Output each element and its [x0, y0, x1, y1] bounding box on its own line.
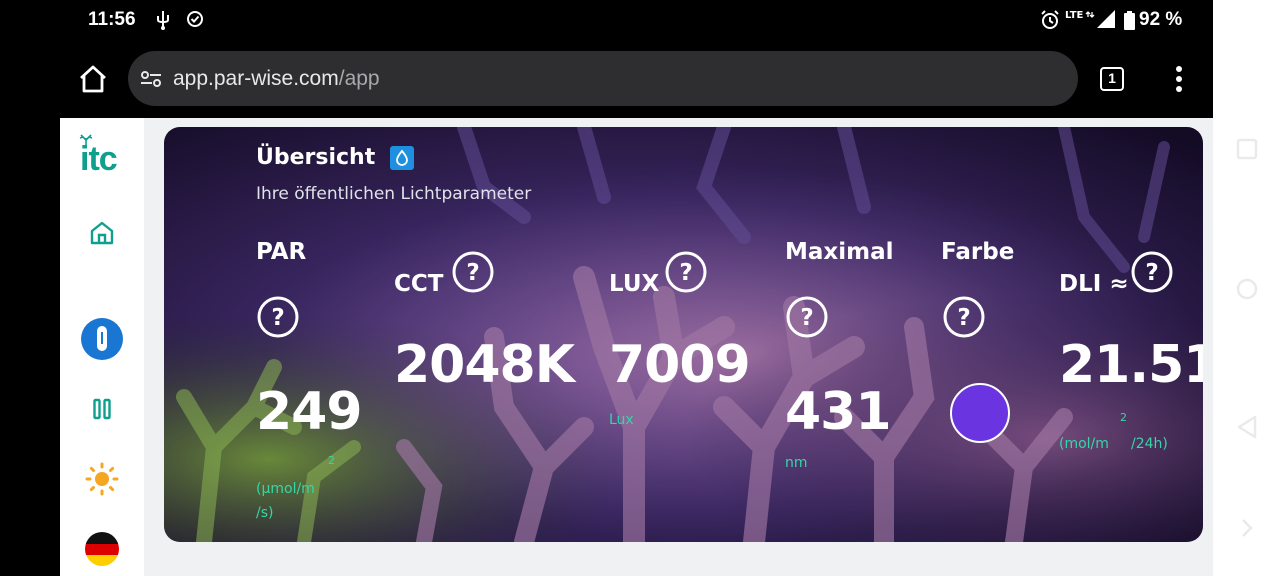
svg-text:?: ? — [466, 260, 479, 286]
dli-unit-sup: 2 — [1120, 411, 1127, 424]
circle-icon — [1236, 278, 1257, 300]
sensor-icon — [81, 318, 123, 360]
sidebar-item-compare[interactable] — [60, 398, 144, 420]
par-unit-line1: (µmol/m — [256, 481, 315, 497]
cct-label: CCT — [394, 271, 444, 297]
web-content: itc Übersicht Ihre öffentlichen Lichtpar… — [60, 118, 1213, 576]
dli-unit-a: (mol/m — [1059, 436, 1109, 452]
back-button[interactable] — [1213, 414, 1280, 440]
lte-signal-icon: LTE — [1064, 8, 1124, 35]
maximal-label: Maximal — [785, 239, 894, 265]
itc-logo[interactable]: itc — [60, 134, 144, 178]
recents-button[interactable] — [1213, 137, 1280, 161]
par-unit-sup: 2 — [328, 454, 335, 467]
german-flag-icon — [85, 532, 119, 566]
square-icon — [1236, 138, 1257, 160]
triangle-back-icon — [1237, 415, 1256, 439]
svg-text:?: ? — [271, 305, 284, 331]
sidebar-item-sensor[interactable] — [60, 317, 144, 361]
status-time: 11:56 — [88, 9, 136, 30]
status-bar: 11:56 LTE 92 % — [60, 0, 1213, 40]
maximal-unit: nm — [785, 455, 808, 471]
dli-help-icon[interactable]: ? — [1131, 251, 1173, 293]
dli-value: 21.51 — [1059, 335, 1203, 395]
more-vert-icon — [1176, 66, 1182, 92]
lux-help-icon[interactable]: ? — [665, 251, 707, 293]
svg-text:?: ? — [1145, 260, 1158, 286]
overview-subtitle: Ihre öffentlichen Lichtparameter — [256, 184, 532, 204]
lux-value: 7009 — [609, 335, 751, 395]
chevron-right-icon — [1241, 519, 1253, 537]
maximal-help-icon[interactable]: ? — [786, 296, 828, 338]
logo-text: itc — [80, 140, 118, 178]
dli-label: DLI ≈ — [1059, 271, 1129, 297]
lux-unit: Lux — [609, 412, 634, 428]
par-label: PAR — [256, 239, 307, 265]
overview-card: Übersicht Ihre öffentlichen Lichtparamet… — [164, 127, 1203, 542]
battery-percent: 92 % — [1139, 9, 1183, 30]
browser-toolbar: app.par-wise.com/app 1 — [60, 40, 1213, 118]
svg-text:LTE: LTE — [1065, 10, 1084, 21]
battery-icon — [1124, 11, 1135, 35]
water-drop-icon[interactable] — [390, 146, 414, 170]
sidebar: itc — [60, 118, 144, 576]
home-nav-button[interactable] — [1213, 277, 1280, 301]
sync-check-icon — [186, 10, 204, 33]
overview-title: Übersicht — [256, 145, 376, 170]
url-host: app.par-wise.com — [173, 67, 339, 90]
home-button[interactable] — [78, 65, 108, 93]
url-path: /app — [338, 67, 380, 90]
home-outline-icon — [90, 221, 114, 245]
usb-icon — [155, 10, 171, 35]
home-icon — [80, 65, 106, 93]
phone-screen: 11:56 LTE 92 % app.par-wise.com/app 1 it… — [0, 0, 1280, 576]
farbe-label: Farbe — [941, 239, 1015, 265]
tab-count: 1 — [1108, 70, 1116, 86]
cct-help-icon[interactable]: ? — [452, 251, 494, 293]
system-navigation-bar — [1213, 0, 1280, 576]
svg-text:?: ? — [957, 305, 970, 331]
columns-icon — [93, 398, 111, 420]
sidebar-item-language[interactable] — [60, 532, 144, 566]
lux-label: LUX — [609, 271, 660, 297]
svg-text:?: ? — [800, 305, 813, 331]
menu-button[interactable] — [1170, 65, 1188, 93]
site-settings-icon[interactable] — [140, 70, 162, 93]
url-text: app.par-wise.com/app — [173, 67, 380, 91]
alarm-icon — [1040, 10, 1060, 35]
svg-text:?: ? — [679, 260, 692, 286]
color-swatch — [950, 383, 1010, 443]
dli-unit-b: /24h) — [1131, 436, 1168, 452]
address-bar[interactable]: app.par-wise.com/app — [128, 51, 1078, 106]
sun-icon — [85, 462, 119, 496]
maximal-value: 431 — [785, 382, 892, 442]
cct-value: 2048K — [394, 335, 575, 395]
par-value: 249 — [256, 382, 363, 442]
par-unit-line2: /s) — [256, 505, 274, 521]
farbe-help-icon[interactable]: ? — [943, 296, 985, 338]
chevron-right-button[interactable] — [1213, 517, 1280, 539]
sidebar-item-light[interactable] — [60, 462, 144, 496]
sidebar-item-home[interactable] — [60, 218, 144, 248]
tab-switcher-button[interactable]: 1 — [1100, 67, 1124, 91]
par-help-icon[interactable]: ? — [257, 296, 299, 338]
